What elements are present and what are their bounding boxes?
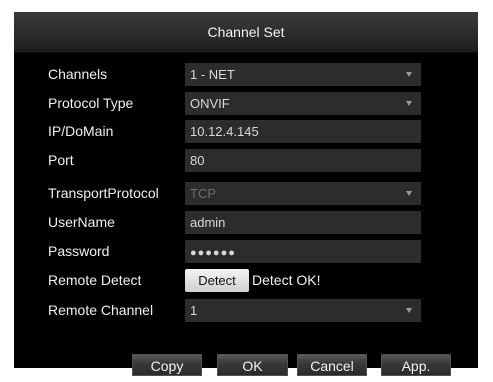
row-protocol-type: Protocol Type ONVIF	[14, 92, 478, 115]
ok-button[interactable]: OK	[217, 354, 288, 376]
remote-channel-value: 1	[190, 303, 198, 318]
cancel-button[interactable]: Cancel	[297, 354, 367, 376]
remote-channel-dropdown[interactable]: 1	[185, 299, 421, 322]
chevron-down-icon	[406, 191, 412, 196]
ip-domain-value: 10.12.4.145	[190, 124, 259, 139]
detect-button[interactable]: Detect	[185, 269, 249, 292]
username-label: UserName	[48, 214, 115, 230]
channels-value: 1 - NET	[190, 67, 235, 82]
channels-label: Channels	[48, 66, 108, 82]
protocol-type-value: ONVIF	[190, 96, 230, 111]
row-password: Password ●●●●●●	[14, 240, 478, 263]
dialog-title: Channel Set	[14, 12, 478, 53]
chevron-down-icon	[406, 101, 412, 106]
row-remote-channel: Remote Channel 1	[14, 299, 478, 322]
ip-domain-input[interactable]: 10.12.4.145	[185, 120, 421, 143]
transport-protocol-dropdown[interactable]: TCP	[185, 182, 421, 205]
remote-channel-label: Remote Channel	[48, 302, 154, 318]
protocol-type-label: Protocol Type	[48, 95, 134, 111]
protocol-type-dropdown[interactable]: ONVIF	[185, 92, 421, 115]
transport-protocol-value: TCP	[190, 186, 216, 201]
remote-detect-label: Remote Detect	[48, 272, 142, 288]
password-label: Password	[48, 243, 110, 259]
row-remote-detect: Remote Detect Detect Detect OK!	[14, 269, 478, 292]
port-input[interactable]: 80	[185, 149, 421, 172]
copy-button[interactable]: Copy	[132, 354, 202, 376]
port-value: 80	[190, 153, 205, 168]
chevron-down-icon	[406, 72, 412, 77]
row-port: Port 80	[14, 149, 478, 172]
password-input[interactable]: ●●●●●●	[185, 240, 421, 263]
channels-dropdown[interactable]: 1 - NET	[185, 63, 421, 86]
username-input[interactable]: admin	[185, 211, 421, 234]
password-value: ●●●●●●	[190, 247, 236, 259]
detect-status-text: Detect OK!	[252, 272, 321, 288]
chevron-down-icon	[406, 308, 412, 313]
username-value: admin	[190, 215, 226, 230]
row-transport-protocol: TransportProtocol TCP	[14, 182, 478, 205]
ip-domain-label: IP/DoMain	[48, 123, 114, 139]
channel-set-dialog: Channel Set Channels 1 - NET Protocol Ty…	[14, 12, 478, 376]
row-username: UserName admin	[14, 211, 478, 234]
port-label: Port	[48, 152, 74, 168]
row-channels: Channels 1 - NET	[14, 63, 478, 86]
row-ip-domain: IP/DoMain 10.12.4.145	[14, 120, 478, 143]
apply-button[interactable]: App.	[381, 354, 451, 376]
transport-protocol-label: TransportProtocol	[48, 185, 159, 201]
